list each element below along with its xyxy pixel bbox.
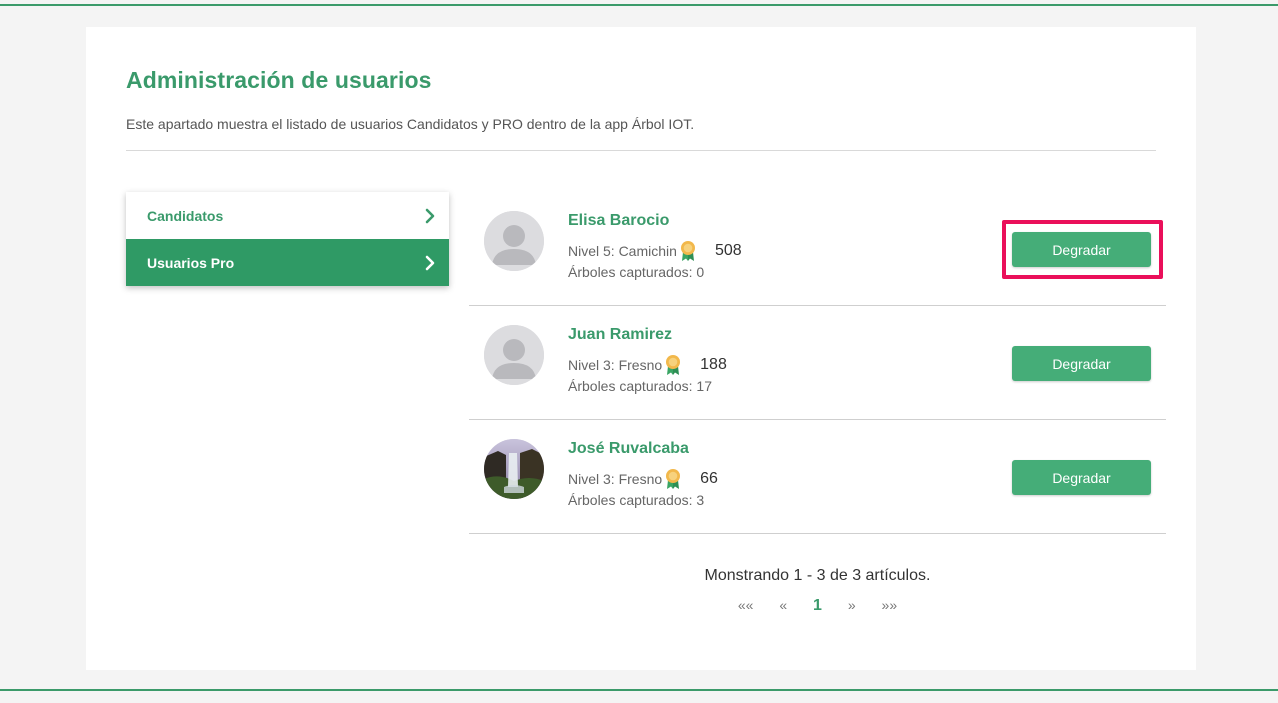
user-points: 508 — [714, 242, 742, 259]
user-name: José Ruvalcaba — [568, 440, 689, 457]
user-level-label: Nivel 3: Fresno — [568, 357, 663, 373]
page-title: Administración de usuarios — [126, 67, 432, 93]
medal-icon — [666, 355, 681, 375]
user-name: Elisa Barocio — [568, 212, 670, 229]
avatar — [484, 439, 544, 499]
top-border — [0, 4, 1278, 6]
avatar — [484, 325, 544, 385]
list-item: Elisa Barocio Nivel 5: Camichin 508 Árbo… — [469, 192, 1166, 306]
chevron-right-icon — [425, 255, 435, 270]
user-placeholder-icon — [484, 325, 544, 385]
sidebar-item-usuarios-pro[interactable]: Usuarios Pro — [126, 239, 449, 286]
user-level-label: Nivel 5: Camichin — [568, 243, 677, 259]
user-level: Nivel 3: Fresno 66 — [568, 468, 718, 490]
bottom-border — [0, 689, 1278, 691]
avatar — [484, 211, 544, 271]
medal-icon — [680, 241, 695, 261]
pagination-prev[interactable]: « — [779, 597, 787, 613]
pagination-summary: Monstrando 1 - 3 de 3 artículos. — [704, 567, 931, 584]
chevron-right-icon — [425, 208, 435, 223]
user-trees-count: Árboles capturados: 17 — [568, 378, 712, 394]
list-item: José Ruvalcaba Nivel 3: Fresno 66 Árbole… — [469, 420, 1166, 534]
user-placeholder-icon — [484, 211, 544, 271]
user-trees-count: Árboles capturados: 0 — [568, 264, 705, 280]
pagination: «« « 1 » »» — [469, 597, 1166, 615]
degrade-button[interactable]: Degradar — [1012, 232, 1151, 267]
sidebar-item-label: Candidatos — [147, 207, 224, 224]
pagination-current-page[interactable]: 1 — [813, 597, 822, 615]
sidebar-menu: Candidatos Usuarios Pro — [126, 192, 449, 286]
user-name: Juan Ramirez — [568, 326, 673, 343]
degrade-button[interactable]: Degradar — [1012, 460, 1151, 495]
sidebar-item-candidatos[interactable]: Candidatos — [126, 192, 449, 239]
user-list: Elisa Barocio Nivel 5: Camichin 508 Árbo… — [469, 192, 1166, 534]
pagination-first[interactable]: «« — [738, 597, 754, 613]
user-level: Nivel 3: Fresno 188 — [568, 354, 727, 376]
user-level: Nivel 5: Camichin 508 — [568, 240, 742, 262]
degrade-button[interactable]: Degradar — [1012, 346, 1151, 381]
divider — [126, 150, 1156, 151]
main-card: Administración de usuarios Este apartado… — [86, 27, 1196, 670]
page-description: Este apartado muestra el listado de usua… — [126, 116, 695, 132]
medal-icon — [666, 469, 681, 489]
user-points: 66 — [700, 470, 718, 487]
user-trees-count: Árboles capturados: 3 — [568, 492, 705, 508]
user-level-label: Nivel 3: Fresno — [568, 471, 663, 487]
waterfall-photo-icon — [484, 439, 544, 499]
pagination-last[interactable]: »» — [882, 597, 898, 613]
list-item: Juan Ramirez Nivel 3: Fresno 188 Árboles… — [469, 306, 1166, 420]
pagination-next[interactable]: » — [848, 597, 856, 613]
sidebar-item-label: Usuarios Pro — [147, 254, 235, 271]
user-points: 188 — [700, 356, 727, 373]
